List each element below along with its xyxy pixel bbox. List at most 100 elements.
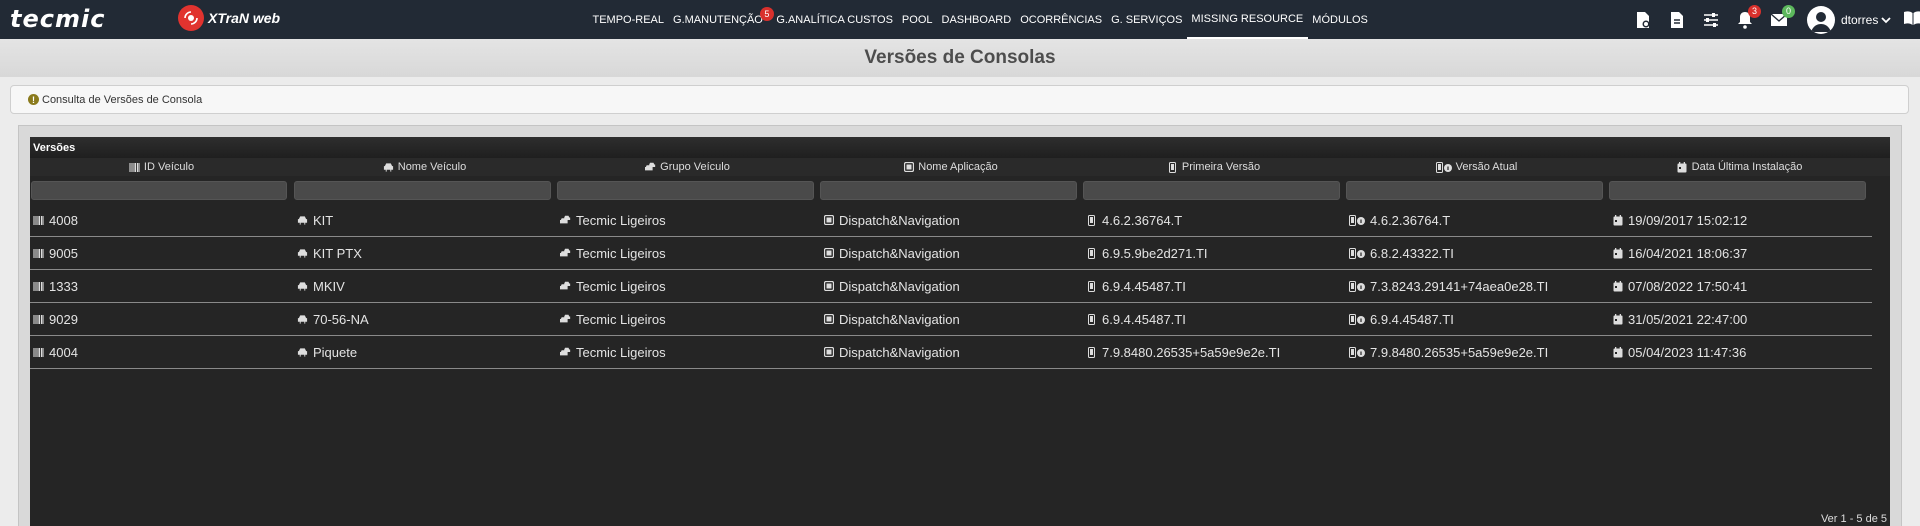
filter-versao-atual[interactable] [1346, 181, 1603, 200]
table-row[interactable]: 4004 Piquete Tecmic Ligeiros Dispatch&Na… [30, 336, 1872, 369]
col-header-data-ultima-instalacao[interactable]: Data Última Instalação [1608, 158, 1871, 176]
cell-text: Dispatch&Navigation [839, 245, 960, 261]
barcode-icon [33, 314, 44, 325]
cell-primeira-versao: 4.6.2.36764.T [1086, 204, 1182, 236]
col-header-nome-veiculo[interactable]: Nome Veículo [293, 158, 556, 176]
nav-g-manutencao[interactable]: G.MANUTENÇÃO 5 [669, 0, 774, 39]
page-title: Versões de Consolas [864, 47, 1056, 68]
cell-text: MKIV [313, 278, 345, 294]
tecmic-logo[interactable]: tecmic [10, 5, 105, 33]
cell-text: Tecmic Ligeiros [576, 344, 666, 360]
filter-nome-aplicacao[interactable] [820, 181, 1077, 200]
cell-text: 7.3.8243.29141+74aea0e28.TI [1370, 278, 1549, 294]
nav-dashboard[interactable]: DASHBOARD [937, 0, 1016, 39]
cell-grupo-veiculo: Tecmic Ligeiros [560, 270, 666, 302]
car-group-icon [560, 281, 571, 292]
table-row[interactable]: 9005 KIT PTX Tecmic Ligeiros Dispatch&Na… [30, 237, 1872, 270]
mobile-info-icon [1349, 280, 1365, 292]
mobile-info-icon [1349, 214, 1365, 226]
cell-grupo-veiculo: Tecmic Ligeiros [560, 204, 666, 236]
pager-info: Ver 1 - 5 de 5 [1820, 513, 1887, 525]
user-menu[interactable]: dtorres [1807, 5, 1920, 34]
cell-versao-atual: 4.6.2.36764.T [1349, 204, 1450, 236]
info-box: ! Consulta de Versões de Consola [10, 85, 1909, 114]
cell-versao-atual: 7.3.8243.29141+74aea0e28.TI [1349, 270, 1548, 302]
bell-icon[interactable]: 3 [1735, 4, 1761, 30]
cell-text: 1333 [49, 278, 78, 294]
car-icon [297, 248, 308, 259]
calendar-icon [1612, 346, 1623, 358]
cell-text: 7.9.8480.26535+5a59e9e2e.TI [1102, 344, 1281, 360]
cell-text: Piquete [313, 344, 358, 360]
filter-nome-veiculo[interactable] [294, 181, 551, 200]
car-group-icon [560, 215, 571, 226]
document-icon[interactable] [1667, 10, 1687, 30]
cell-text: Dispatch&Navigation [839, 278, 960, 294]
grid-header: ID Veículo Nome Veículo Grupo Veículo No… [30, 158, 1890, 176]
mobile-info-icon [1349, 346, 1365, 358]
car-icon [297, 347, 308, 358]
cell-text: Tecmic Ligeiros [576, 278, 666, 294]
nav-missing-resource[interactable]: MISSING RESOURCE [1186, 0, 1308, 39]
car-group-icon [645, 162, 656, 173]
book-icon[interactable] [1903, 10, 1920, 29]
barcode-icon [33, 248, 44, 259]
car-icon [297, 281, 308, 292]
xtran-web-logo[interactable]: XTraN web [178, 5, 280, 31]
calendar-icon [1612, 214, 1623, 226]
cell-data-ultima-instalacao: 16/04/2021 18:06:37 [1612, 237, 1747, 269]
barcode-icon [129, 162, 140, 173]
mobile-icon [1086, 280, 1097, 292]
col-header-grupo-veiculo[interactable]: Grupo Veículo [556, 158, 819, 176]
cell-grupo-veiculo: Tecmic Ligeiros [560, 237, 666, 269]
page-title-bar: Versões de Consolas [0, 39, 1920, 77]
cell-text: Tecmic Ligeiros [576, 311, 666, 327]
cell-text: 05/04/2023 11:47:36 [1628, 344, 1747, 360]
cell-data-ultima-instalacao: 05/04/2023 11:47:36 [1612, 336, 1746, 368]
col-header-versao-atual[interactable]: Versão Atual [1345, 158, 1608, 176]
sliders-icon[interactable] [1701, 10, 1721, 30]
nav-tempo-real[interactable]: TEMPO-REAL [588, 0, 669, 39]
mobile-icon [1086, 346, 1097, 358]
cell-text: Tecmic Ligeiros [576, 245, 666, 261]
top-navbar: tecmic XTraN web TEMPO-REAL G.MANUTENÇÃO… [0, 0, 1920, 39]
app-icon [823, 215, 834, 226]
cell-text: Dispatch&Navigation [839, 212, 960, 228]
cell-text: 4004 [49, 344, 78, 360]
cell-grupo-veiculo: Tecmic Ligeiros [560, 303, 666, 335]
table-row[interactable]: 1333 MKIV Tecmic Ligeiros Dispatch&Navig… [30, 270, 1872, 303]
app-icon [823, 314, 834, 325]
cell-text: 6.9.4.45487.TI [1102, 311, 1186, 327]
table-row[interactable]: 4008 KIT Tecmic Ligeiros Dispatch&Naviga… [30, 204, 1872, 237]
col-header-nome-aplicacao[interactable]: Nome Aplicação [819, 158, 1082, 176]
cell-nome-veiculo: KIT PTX [297, 237, 362, 269]
filter-grupo-veiculo[interactable] [557, 181, 814, 200]
nav-modulos[interactable]: MÓDULOS [1308, 0, 1373, 39]
document-settings-icon[interactable] [1633, 10, 1653, 30]
cell-text: KIT PTX [313, 245, 362, 261]
versions-grid: Versões ID Veículo Nome Veículo Grupo Ve… [30, 137, 1890, 526]
filter-data-ultima-instalacao[interactable] [1609, 181, 1866, 200]
cell-versao-atual: 6.9.4.45487.TI [1349, 303, 1454, 335]
cell-id-veiculo: 9029 [33, 303, 78, 335]
nav-g-servicos[interactable]: G. SERVIÇOS [1107, 0, 1187, 39]
nav-pool[interactable]: POOL [897, 0, 937, 39]
car-group-icon [560, 314, 571, 325]
app-icon [823, 248, 834, 259]
info-text: Consulta de Versões de Consola [42, 93, 203, 106]
filter-id-veiculo[interactable] [31, 181, 287, 200]
calendar-icon [1612, 313, 1623, 325]
nav-g-analitica-custos[interactable]: G.ANALÍTICA CUSTOS [772, 0, 898, 39]
car-group-icon [560, 347, 571, 358]
car-icon [297, 314, 308, 325]
cell-grupo-veiculo: Tecmic Ligeiros [560, 336, 666, 368]
table-row[interactable]: 9029 70-56-NA Tecmic Ligeiros Dispatch&N… [30, 303, 1872, 336]
cell-primeira-versao: 6.9.4.45487.TI [1086, 270, 1186, 302]
col-header-id-veiculo[interactable]: ID Veículo [30, 158, 293, 176]
col-header-primeira-versao[interactable]: Primeira Versão [1082, 158, 1345, 176]
envelope-icon[interactable]: 0 [1769, 4, 1795, 30]
xtran-logo-icon [178, 5, 204, 31]
nav-ocorrencias[interactable]: OCORRÊNCIAS [1016, 0, 1107, 39]
cell-text: 6.9.5.9be2d271.TI [1102, 245, 1208, 261]
filter-primeira-versao[interactable] [1083, 181, 1340, 200]
